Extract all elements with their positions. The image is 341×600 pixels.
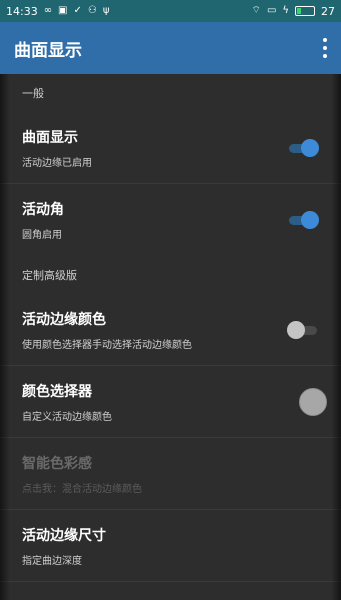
image-icon: ▣ — [58, 5, 68, 16]
pref-summary: 点击我：混合活动边缘颜色 — [22, 483, 142, 495]
overflow-menu-icon[interactable] — [321, 38, 329, 58]
pref-summary: 自定义活动边缘颜色 — [22, 411, 112, 423]
section-header-general: 一般 — [22, 87, 44, 100]
charging-icon: ϟ — [282, 5, 289, 16]
menu-dot — [323, 38, 327, 42]
wifi-icon: ⌔ — [251, 5, 261, 16]
battery-level-label: 27 — [321, 4, 335, 18]
status-left-group: 14:33 ∞ ▣ ✓ ⚇ ψ — [6, 5, 109, 18]
share-icon: ⚇ — [87, 5, 97, 16]
pref-color-picker[interactable]: 颜色选择器 自定义活动边缘颜色 — [0, 366, 341, 438]
color-swatch[interactable] — [299, 387, 327, 416]
pref-title: 颜色选择器 — [22, 383, 92, 400]
pref-smart-color: 智能色彩感 点击我：混合活动边缘颜色 — [0, 438, 341, 510]
pref-summary: 指定曲边深度 — [22, 555, 82, 567]
toggle-thumb — [301, 138, 319, 157]
menu-dot — [323, 54, 327, 58]
curved-display-toggle[interactable] — [287, 138, 319, 158]
edge-color-toggle[interactable] — [287, 320, 319, 340]
status-time: 14:33 — [6, 4, 38, 18]
infinity-icon: ∞ — [43, 5, 53, 16]
pref-edge-size[interactable]: 活动边缘尺寸 指定曲边深度 — [0, 510, 341, 582]
section-header-advanced: 定制高级版 — [22, 269, 77, 282]
usb-icon: ψ — [102, 5, 110, 16]
pref-edge-color[interactable]: 活动边缘颜色 使用颜色选择器手动选择活动边缘颜色 — [0, 294, 341, 366]
toggle-thumb — [301, 211, 319, 229]
toggle-thumb — [287, 320, 305, 339]
menu-dot — [323, 46, 327, 50]
tablet-icon: ▭ — [266, 5, 277, 16]
battery-fill — [297, 8, 301, 14]
battery-icon — [295, 6, 315, 16]
pref-title: 智能色彩感 — [22, 455, 92, 472]
pref-curved-display[interactable]: 曲面显示 活动边缘已启用 — [0, 112, 341, 184]
page-title: 曲面显示 — [14, 40, 82, 61]
pref-title: 活动边缘尺寸 — [22, 527, 106, 544]
status-right-group: ⌔ ▭ ϟ 27 — [252, 5, 335, 18]
status-bar: 14:33 ∞ ▣ ✓ ⚇ ψ ⌔ ▭ ϟ 27 — [0, 0, 341, 22]
check-circle-icon: ✓ — [73, 5, 82, 16]
settings-list[interactable]: 一般 曲面显示 活动边缘已启用 活动角 圆角启用 定制高级版 活动边缘颜色 使用… — [0, 74, 341, 600]
active-corner-toggle[interactable] — [287, 210, 319, 230]
pref-active-corner[interactable]: 活动角 圆角启用 — [0, 184, 341, 256]
app-bar: 曲面显示 — [0, 22, 341, 74]
